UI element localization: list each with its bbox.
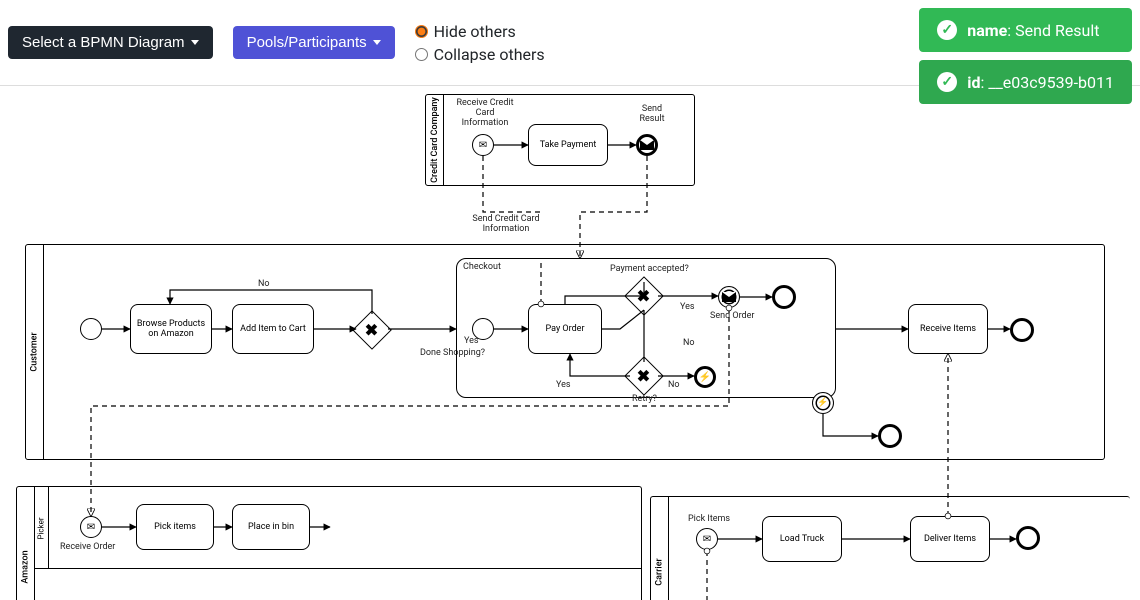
pools-participants-label: Pools/Participants [247, 34, 367, 51]
collapse-others-radio[interactable] [415, 48, 428, 61]
pools-participants-dropdown[interactable]: Pools/Participants [233, 26, 395, 59]
select-diagram-dropdown[interactable]: Select a BPMN Diagram [8, 26, 213, 59]
chevron-down-icon [191, 40, 199, 45]
select-diagram-label: Select a BPMN Diagram [22, 34, 185, 51]
collapse-others-option[interactable]: Collapse others [415, 45, 545, 64]
toast-name: ✓ name: Send Result [919, 8, 1132, 52]
toast-name-text: name: Send Result [967, 21, 1099, 40]
connectors [0, 86, 1140, 600]
chevron-down-icon [373, 40, 381, 45]
hide-others-radio[interactable] [415, 25, 428, 38]
collapse-others-label: Collapse others [434, 45, 545, 64]
hide-others-label: Hide others [434, 22, 516, 41]
bpmn-canvas[interactable]: Credit Card Company Receive Credit Card … [0, 86, 1140, 600]
display-mode-radios: Hide others Collapse others [415, 22, 545, 64]
hide-others-option[interactable]: Hide others [415, 22, 545, 41]
check-icon: ✓ [937, 20, 957, 40]
